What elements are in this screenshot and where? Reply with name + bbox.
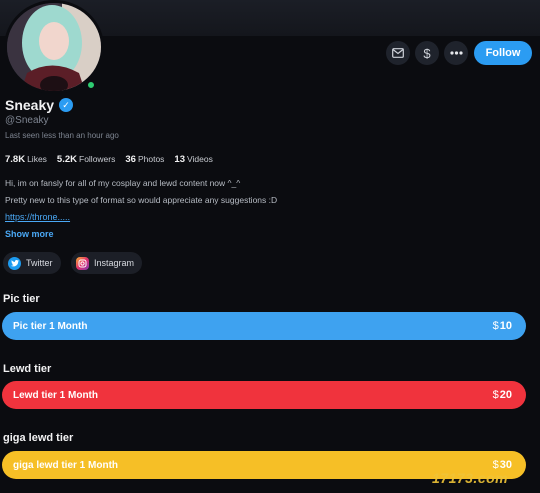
last-seen-status: Last seen less than an hour ago [5,131,119,140]
social-instagram-button[interactable]: Instagram [71,252,143,274]
tier-title-giga-lewd: giga lewd tier [3,432,74,444]
watermark: 17173.com [432,470,509,486]
twitter-icon [8,256,21,270]
tier-pic-subscribe-button[interactable]: Pic tier 1 Month $10 [2,312,526,340]
profile-name-row: Sneaky ✓ [5,97,74,113]
tier-pic-price: $10 [492,320,512,332]
message-button[interactable] [386,41,410,65]
envelope-icon [392,48,404,58]
bio-line-2: Pretty new to this type of format so wou… [5,195,278,205]
bio-line-1: Hi, im on fansly for all of my cosplay a… [5,178,241,188]
tier-giga-lewd-label: giga lewd tier 1 Month [13,459,119,471]
stat-videos[interactable]: 13 Videos [174,154,212,165]
ellipsis-icon [449,51,463,55]
social-twitter-label: Twitter [26,258,53,268]
tier-lewd-price: $20 [492,389,512,401]
dollar-icon: $ [423,45,431,61]
instagram-icon [76,256,89,270]
stat-likes: 7.8K Likes [5,154,47,165]
verified-badge-icon: ✓ [59,98,74,112]
tier-lewd-label: Lewd tier 1 Month [13,389,98,401]
tip-button[interactable]: $ [415,41,439,65]
social-instagram-label: Instagram [94,258,135,268]
tier-title-lewd: Lewd tier [3,363,52,375]
follow-button[interactable]: Follow [474,41,532,65]
tier-pic-label: Pic tier 1 Month [13,320,88,332]
tier-lewd-subscribe-button[interactable]: Lewd tier 1 Month $20 [2,381,526,409]
bio-link[interactable]: https://throne..... [5,212,70,222]
tier-title-pic: Pic tier [3,293,40,305]
profile-handle: @Sneaky [5,115,49,126]
more-options-button[interactable] [444,41,468,65]
profile-stats: 7.8K Likes 5.2K Followers 36 Photos 13 Video… [5,154,213,165]
online-status-dot [86,80,96,90]
show-more-link[interactable]: Show more [5,229,54,239]
stat-followers: 5.2K Followers [56,154,116,165]
profile-name: Sneaky [5,97,55,113]
social-twitter-button[interactable]: Twitter [3,252,61,274]
stat-photos[interactable]: 36 Photos [125,154,164,165]
